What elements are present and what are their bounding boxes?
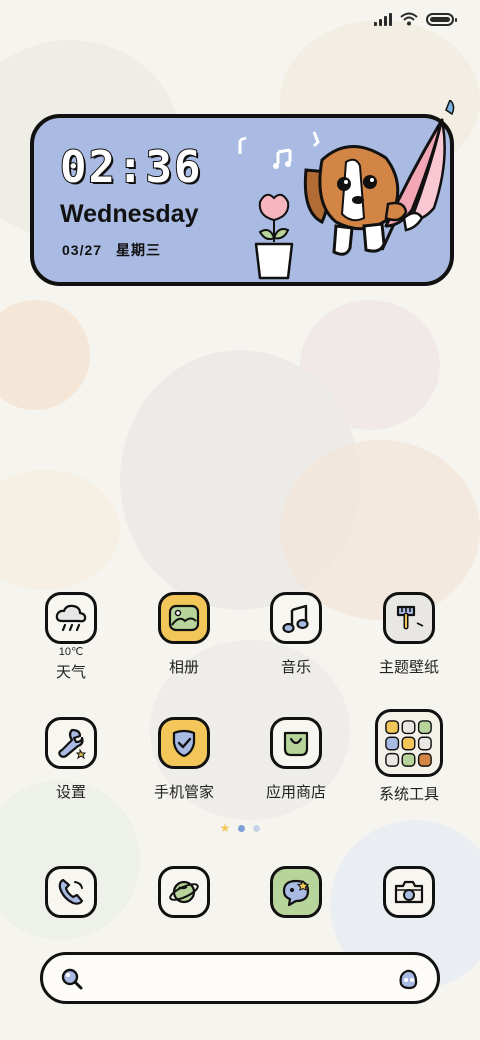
flower-pot-icon <box>254 193 294 280</box>
browser-planet-icon <box>169 880 199 904</box>
app-tools[interactable]: 系统工具 <box>353 709 465 804</box>
app-music[interactable]: 音乐 <box>240 592 352 677</box>
phone-icon <box>58 878 84 905</box>
wallpaper-sticker <box>0 300 90 410</box>
app-label-security: 手机管家 <box>153 784 214 801</box>
cloud-rain-icon <box>55 604 87 632</box>
weekday-text: 星期三 <box>116 242 162 258</box>
picture-icon <box>168 604 200 632</box>
shopping-bag-icon <box>283 731 309 757</box>
music-note-icon <box>282 604 309 634</box>
settings-app-icon[interactable] <box>45 717 97 769</box>
app-label-settings: 设置 <box>55 784 86 801</box>
app-label-tools: 系统工具 <box>378 786 439 803</box>
wifi-icon <box>400 12 418 26</box>
app-label-weather: 天气 <box>55 664 86 681</box>
clock-widget[interactable]: 02:36 Wednesday 03/27 星期三 <box>30 100 455 286</box>
star-icon: ★ <box>219 821 231 835</box>
beagle-umbrella-icon <box>303 100 455 256</box>
browser-app-icon[interactable] <box>158 866 210 918</box>
app-label-themes: 主题壁纸 <box>378 659 439 676</box>
gallery-app-icon[interactable] <box>158 592 210 644</box>
folder-grid-icon <box>385 720 432 767</box>
clock-date: 03/27 星期三 <box>62 240 175 260</box>
phone-app-icon[interactable] <box>45 866 97 918</box>
shield-check-icon <box>172 729 196 758</box>
battery-icon <box>426 12 457 26</box>
signal-icon <box>374 12 392 26</box>
paint-brush-icon <box>396 605 424 630</box>
store-app-icon[interactable] <box>270 717 322 769</box>
camera-app-icon[interactable] <box>383 866 435 918</box>
app-store[interactable]: 应用商店 <box>240 717 352 802</box>
weather-app-icon[interactable] <box>45 592 97 644</box>
app-security[interactable]: 手机管家 <box>128 717 240 802</box>
app-gallery[interactable]: 相册 <box>128 592 240 677</box>
dock-phone[interactable] <box>15 866 127 918</box>
app-themes[interactable]: 主题壁纸 <box>353 592 465 677</box>
wallpaper-sticker <box>0 470 120 590</box>
dock-messages[interactable] <box>240 866 352 918</box>
music-app-icon[interactable] <box>270 592 322 644</box>
status-bar <box>0 0 480 40</box>
camera-icon <box>394 880 424 904</box>
app-label-store: 应用商店 <box>265 784 326 801</box>
themes-app-icon[interactable] <box>383 592 435 644</box>
search-icon <box>61 968 83 990</box>
wrench-icon <box>58 728 87 760</box>
security-app-icon[interactable] <box>158 717 210 769</box>
page-dot-active[interactable] <box>238 824 246 832</box>
tools-folder-icon[interactable] <box>375 709 443 777</box>
app-settings[interactable]: 设置 <box>15 717 127 802</box>
weather-temperature: 10℃ <box>58 646 84 658</box>
voice-assistant-icon[interactable] <box>395 966 421 992</box>
messages-icon <box>282 879 310 907</box>
app-label-gallery: 相册 <box>168 659 199 676</box>
app-label-music: 音乐 <box>280 659 311 676</box>
search-bar[interactable] <box>40 952 440 1004</box>
date-text: 03/27 <box>62 242 103 258</box>
messages-app-icon[interactable] <box>270 866 322 918</box>
clock-time: 02:36 <box>59 141 203 194</box>
page-indicator: ★ <box>0 821 480 835</box>
app-weather[interactable]: 10℃ 天气 <box>15 592 127 682</box>
dock-browser[interactable] <box>128 866 240 918</box>
dock-camera[interactable] <box>353 866 465 918</box>
clock-day: Wednesday <box>60 200 199 228</box>
page-dot[interactable] <box>253 824 261 832</box>
